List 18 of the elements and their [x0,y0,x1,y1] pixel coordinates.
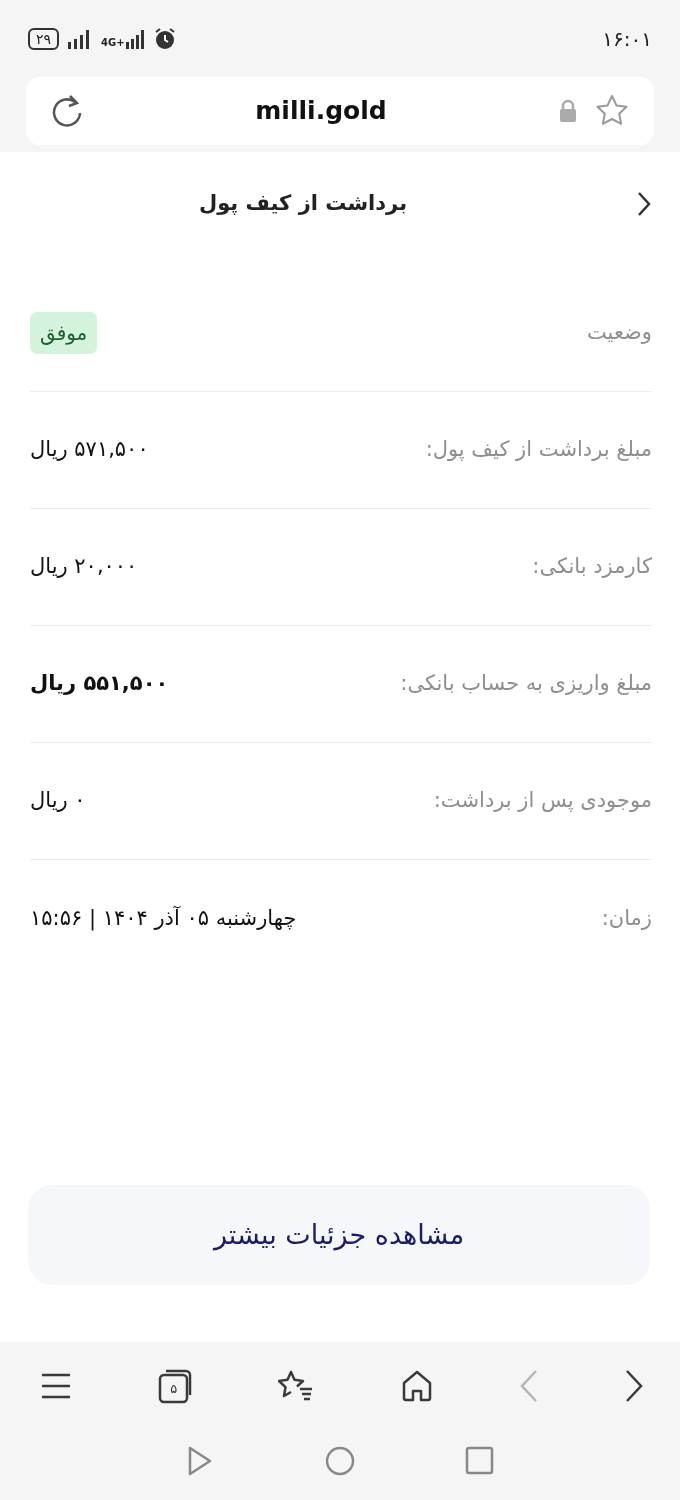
page-title: برداشت از کیف پول [197,189,409,217]
network-label: 4G+ [101,35,125,50]
status-badge: موفق [30,312,98,354]
clock-time: ۱۶:۰۱ [602,25,652,53]
battery-indicator: ۲۹ [28,27,60,50]
field-label: وضعیت [586,319,652,347]
field-value: ۵۷۱,۵۰۰ ریال [30,436,149,464]
field-value: ۵۵۱,۵۰۰ ریال [30,670,169,698]
field-label: زمان: [601,904,652,932]
field-label: کارمزد بانکی: [532,553,652,581]
field-label: مبلغ برداشت از کیف پول: [425,436,652,464]
field-label: مبلغ واریزی به حساب بانکی: [400,670,652,698]
tabs-button[interactable]: ۵ [157,1368,194,1404]
details-button[interactable]: مشاهده جزئیات بیشتر [28,1185,650,1285]
field-value: ۰ ریال [30,787,86,815]
field-value: چهارشنبه ۰۵ آذر ۱۴۰۴ | ۱۵:۵۶ [30,904,297,933]
field-value: ۲۰,۰۰۰ ریال [30,553,138,581]
field-label: موجودی پس از برداشت: [433,787,652,815]
